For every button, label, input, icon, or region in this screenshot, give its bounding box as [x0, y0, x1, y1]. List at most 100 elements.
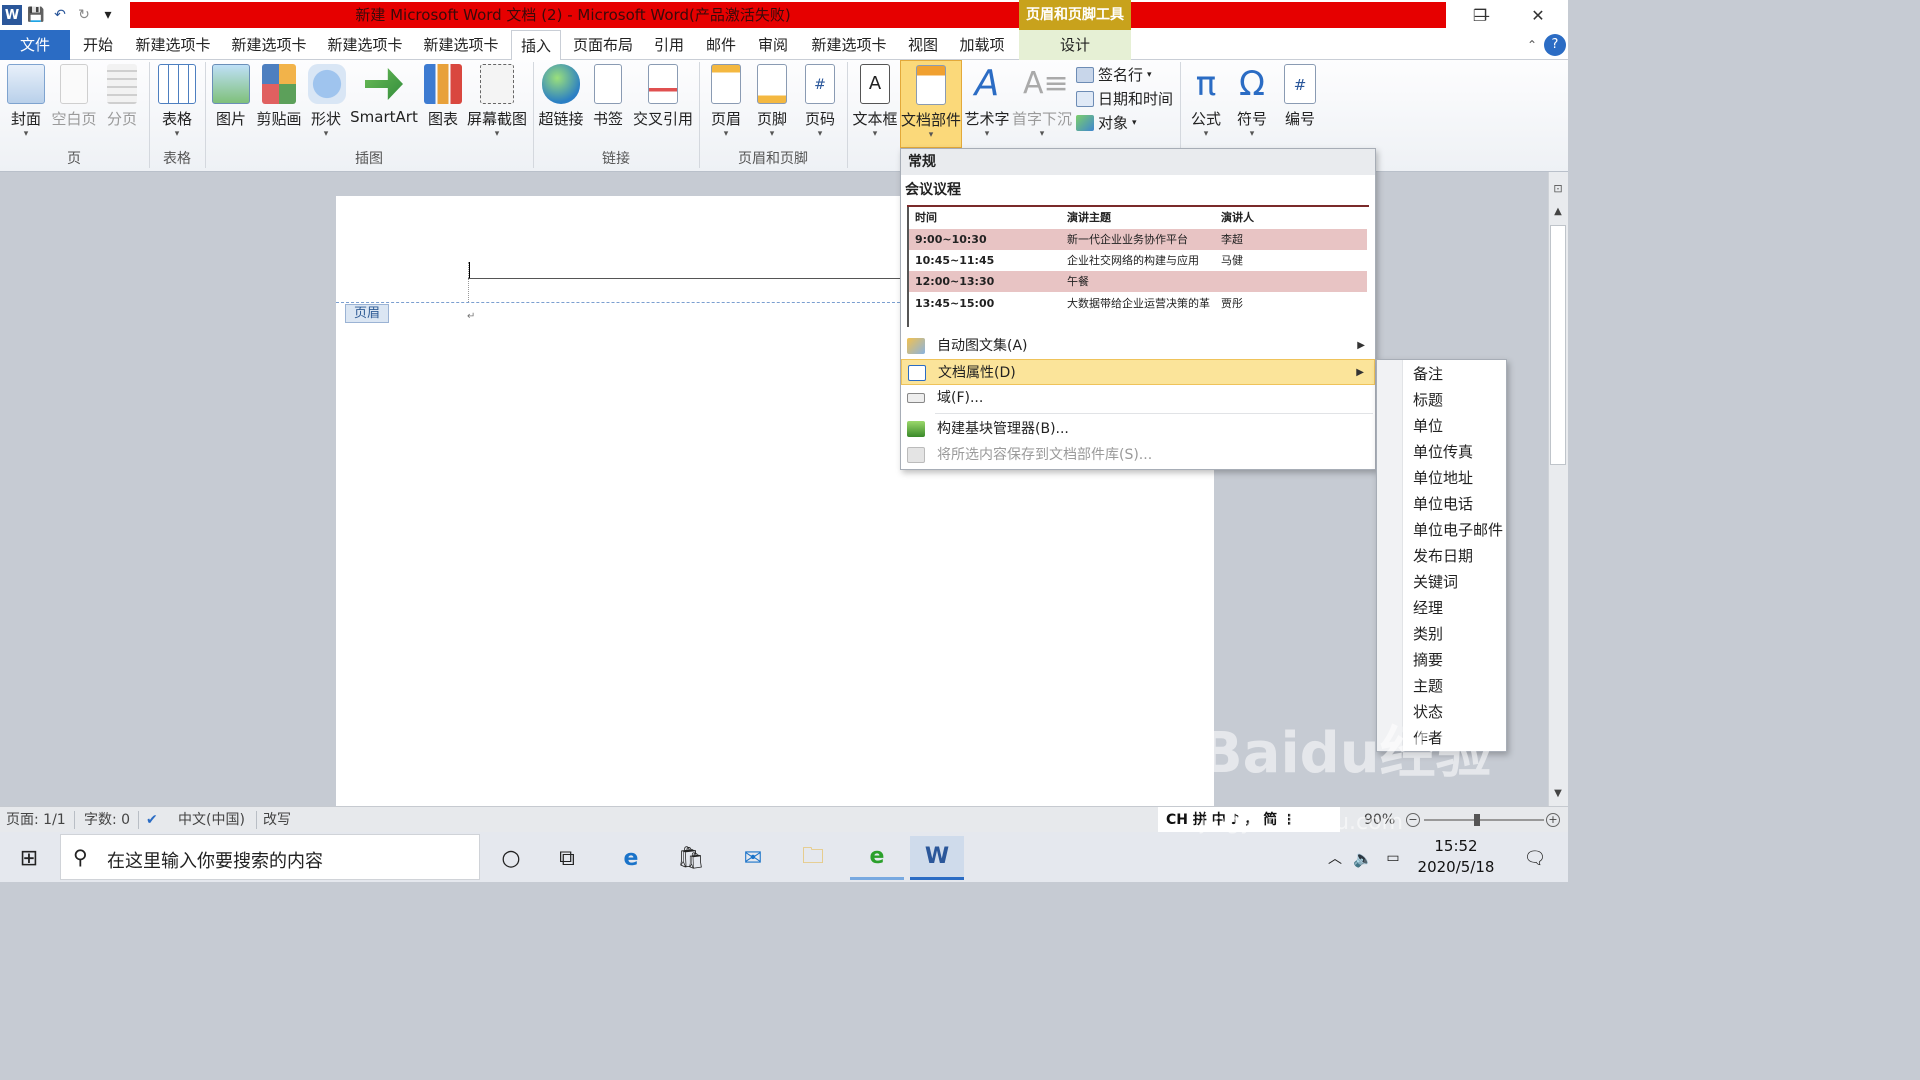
- close-button[interactable]: ✕: [1510, 0, 1566, 30]
- collapse-ribbon-icon[interactable]: ⌃: [1522, 30, 1542, 60]
- textbox-button[interactable]: A 文本框 ▾: [852, 64, 898, 139]
- picture-button[interactable]: 图片: [212, 64, 250, 129]
- undo-icon[interactable]: ↶: [50, 5, 70, 25]
- blank-page-button[interactable]: 空白页: [50, 64, 98, 129]
- submenu-item-company-email[interactable]: 单位电子邮件: [1413, 517, 1503, 543]
- zoom-in-icon[interactable]: +: [1546, 813, 1560, 827]
- wordart-button[interactable]: A 艺术字 ▾: [964, 64, 1010, 140]
- submenu-item-title[interactable]: 标题: [1413, 387, 1443, 413]
- cover-button[interactable]: 封面 ▾: [6, 64, 46, 139]
- redo-icon[interactable]: ↻: [74, 5, 94, 25]
- clipart-button[interactable]: 剪贴画: [256, 64, 302, 129]
- notification-icon[interactable]: 🗨: [1508, 836, 1562, 880]
- tab-new-5[interactable]: 新建选项卡: [804, 30, 894, 60]
- quick-parts-button[interactable]: 文档部件 ▾: [900, 60, 962, 148]
- status-page[interactable]: 页面: 1/1: [6, 807, 66, 833]
- datetime-button[interactable]: 日期和时间: [1076, 88, 1173, 109]
- customize-qat-icon[interactable]: ▾: [98, 5, 118, 25]
- scroll-down-icon[interactable]: ▼: [1550, 788, 1566, 800]
- page-number-button[interactable]: # 页码 ▾: [800, 64, 840, 139]
- footer-button[interactable]: 页脚 ▾: [752, 64, 792, 139]
- ruler-toggle-icon[interactable]: ⊡: [1550, 182, 1566, 196]
- tab-references[interactable]: 引用: [648, 30, 690, 60]
- submenu-item-comments[interactable]: 备注: [1413, 361, 1443, 387]
- dropcap-button[interactable]: A≡ 首字下沉 ▾: [1012, 64, 1072, 139]
- submenu-item-company-fax[interactable]: 单位传真: [1413, 439, 1473, 465]
- header-button[interactable]: 页眉 ▾: [706, 64, 746, 139]
- tab-insert[interactable]: 插入: [511, 30, 561, 61]
- object-button[interactable]: 对象 ▾: [1076, 112, 1137, 133]
- scroll-up-icon[interactable]: ▲: [1550, 206, 1566, 218]
- cross-reference-button[interactable]: 交叉引用: [632, 64, 694, 129]
- submenu-item-manager[interactable]: 经理: [1413, 595, 1443, 621]
- status-word-count[interactable]: 字数: 0: [84, 807, 130, 833]
- cortana-icon[interactable]: ○: [484, 836, 538, 880]
- tab-mailings[interactable]: 邮件: [700, 30, 742, 60]
- status-language[interactable]: 中文(中国): [178, 807, 245, 833]
- taskbar-search-box[interactable]: ⚲ 在这里输入你要搜索的内容: [60, 834, 480, 880]
- proofing-icon[interactable]: ✔: [146, 807, 158, 833]
- restore-icon[interactable]: ❐: [1452, 0, 1508, 30]
- signature-line-button[interactable]: 签名行 ▾: [1076, 64, 1152, 85]
- gallery-cell: 马健: [1221, 254, 1243, 267]
- submenu-item-company[interactable]: 单位: [1413, 413, 1443, 439]
- gallery-item-agenda[interactable]: 时间 演讲主题 演讲人 9:00~10:30 新一代企业业务协作平台 李超 10…: [907, 205, 1369, 327]
- tab-new-1[interactable]: 新建选项卡: [128, 30, 218, 60]
- volume-icon[interactable]: 🔈: [1348, 836, 1378, 880]
- symbol-button[interactable]: Ω 符号 ▾: [1232, 64, 1272, 139]
- zoom-out-icon[interactable]: −: [1406, 813, 1420, 827]
- status-overtype[interactable]: 改写: [263, 807, 291, 833]
- table-button[interactable]: 表格 ▾: [156, 64, 198, 139]
- scroll-thumb[interactable]: [1550, 225, 1566, 465]
- tab-new-3[interactable]: 新建选项卡: [320, 30, 410, 60]
- file-explorer-icon[interactable]: 🗀: [786, 836, 840, 880]
- zoom-slider-thumb[interactable]: [1474, 814, 1480, 826]
- tab-view[interactable]: 视图: [902, 30, 944, 60]
- submenu-item-category[interactable]: 类别: [1413, 621, 1443, 647]
- hyperlink-button[interactable]: 超链接: [538, 64, 584, 129]
- word-app-icon[interactable]: W: [2, 5, 22, 25]
- gallery-section-general: 常规: [901, 149, 1375, 175]
- tab-design[interactable]: 设计: [1019, 30, 1131, 60]
- smartart-button[interactable]: SmartArt: [350, 64, 418, 126]
- task-view-icon[interactable]: ⧉: [540, 836, 594, 880]
- submenu-item-publish-date[interactable]: 发布日期: [1413, 543, 1473, 569]
- tab-new-2[interactable]: 新建选项卡: [224, 30, 314, 60]
- picture-icon: [212, 64, 250, 104]
- number-button[interactable]: # 编号: [1280, 64, 1320, 129]
- menu-building-blocks-organizer[interactable]: 构建基块管理器(B)...: [901, 416, 1375, 442]
- show-hidden-icons-icon[interactable]: ︿: [1322, 836, 1348, 880]
- menu-field[interactable]: 域(F)...: [901, 385, 1375, 411]
- mail-icon[interactable]: ✉: [726, 836, 780, 880]
- submenu-item-company-phone[interactable]: 单位电话: [1413, 491, 1473, 517]
- tab-page-layout[interactable]: 页面布局: [568, 30, 638, 60]
- tab-home[interactable]: 开始: [76, 30, 120, 60]
- chart-button[interactable]: 图表: [424, 64, 462, 129]
- tab-review[interactable]: 审阅: [752, 30, 794, 60]
- shapes-button[interactable]: 形状 ▾: [308, 64, 346, 139]
- submenu-item-abstract[interactable]: 摘要: [1413, 647, 1443, 673]
- help-icon[interactable]: ?: [1544, 34, 1566, 56]
- tab-file[interactable]: 文件: [0, 30, 70, 60]
- tab-new-4[interactable]: 新建选项卡: [416, 30, 506, 60]
- windows-start-icon[interactable]: ⊞: [2, 836, 56, 880]
- battery-icon[interactable]: ▭: [1378, 836, 1408, 880]
- edge-icon[interactable]: e: [604, 836, 658, 880]
- page-break-button[interactable]: 分页: [102, 64, 142, 129]
- word-taskbar-icon[interactable]: W: [910, 836, 964, 880]
- store-icon[interactable]: 🛍: [664, 836, 718, 880]
- submenu-item-company-address[interactable]: 单位地址: [1413, 465, 1473, 491]
- menu-document-property[interactable]: 文档属性(D) ▶: [901, 359, 1375, 385]
- tab-addins[interactable]: 加载项: [954, 30, 1010, 60]
- bookmark-button[interactable]: 书签: [590, 64, 626, 129]
- menu-autotext[interactable]: 自动图文集(A) ▶: [901, 333, 1375, 359]
- save-icon[interactable]: 💾: [26, 5, 46, 25]
- submenu-item-subject[interactable]: 主题: [1413, 673, 1443, 699]
- ie-browser-icon[interactable]: e: [850, 836, 904, 880]
- taskbar-clock[interactable]: 15:52 2020/5/18: [1410, 836, 1502, 880]
- submenu-item-keywords[interactable]: 关键词: [1413, 569, 1458, 595]
- footer-icon: [757, 64, 787, 104]
- equation-button[interactable]: π 公式 ▾: [1186, 64, 1226, 139]
- zoom-slider[interactable]: [1424, 819, 1544, 821]
- screenshot-button[interactable]: 屏幕截图 ▾: [466, 64, 528, 139]
